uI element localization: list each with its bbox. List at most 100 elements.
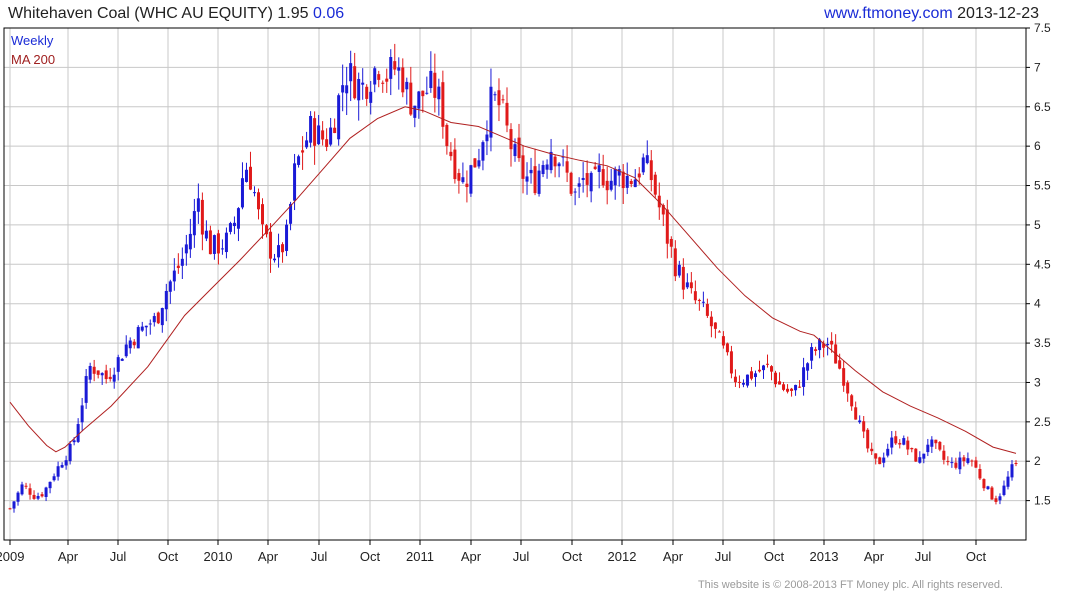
candle-body bbox=[188, 233, 192, 250]
candle-body bbox=[425, 92, 429, 94]
candle-body bbox=[970, 460, 974, 462]
candle-body bbox=[886, 448, 890, 456]
candle-body bbox=[878, 457, 882, 465]
candle-body bbox=[317, 125, 321, 145]
candle-body bbox=[44, 487, 48, 497]
candle-body bbox=[333, 127, 337, 134]
candle-body bbox=[421, 90, 425, 97]
plot-frame bbox=[3, 27, 1027, 541]
candle-body bbox=[184, 244, 188, 254]
y-tick-label: 6.5 bbox=[1034, 100, 1051, 114]
candle-body bbox=[830, 340, 834, 345]
candle-body bbox=[112, 374, 116, 382]
candle-body bbox=[76, 424, 80, 442]
candle-body bbox=[978, 468, 982, 479]
candle-body bbox=[870, 448, 874, 452]
candle-body bbox=[786, 388, 790, 392]
candle-body bbox=[8, 508, 12, 510]
candle-body bbox=[649, 160, 653, 181]
candle-body bbox=[974, 460, 978, 468]
candle-body bbox=[228, 223, 232, 232]
candle-body bbox=[172, 270, 176, 282]
candle-body bbox=[577, 183, 581, 187]
candle-body bbox=[108, 376, 112, 380]
candle-body bbox=[565, 161, 569, 173]
candle-body bbox=[12, 501, 16, 509]
candle-body bbox=[341, 85, 345, 93]
candle-body bbox=[858, 420, 862, 423]
candle-body bbox=[545, 164, 549, 170]
candle-body bbox=[593, 166, 597, 170]
x-tick-label: Oct bbox=[360, 549, 381, 564]
x-tick-label: Oct bbox=[562, 549, 583, 564]
candle-body bbox=[761, 365, 765, 371]
candle-body bbox=[465, 183, 469, 188]
candle-body bbox=[794, 384, 798, 391]
candle-body bbox=[729, 351, 733, 374]
candle-body bbox=[645, 155, 649, 164]
candle-body bbox=[529, 169, 533, 174]
candle-body bbox=[573, 191, 577, 193]
candle-body bbox=[68, 443, 72, 462]
candle-body bbox=[252, 192, 256, 194]
candle-body bbox=[910, 448, 914, 450]
y-tick-label: 2 bbox=[1034, 454, 1041, 468]
candle-body bbox=[533, 166, 537, 194]
candle-body bbox=[40, 494, 44, 497]
candle-body bbox=[345, 85, 349, 94]
candle-body bbox=[84, 376, 88, 403]
candle-body bbox=[256, 192, 260, 210]
candle-body bbox=[232, 222, 236, 227]
candle-body bbox=[525, 176, 529, 182]
candle-body bbox=[28, 488, 32, 495]
candle-body bbox=[325, 139, 329, 147]
candle-body bbox=[405, 81, 409, 90]
candle-body bbox=[705, 303, 709, 316]
candle-body bbox=[902, 438, 906, 445]
candle-body bbox=[826, 343, 830, 346]
x-tick-label: 2011 bbox=[406, 549, 434, 564]
candle-body bbox=[866, 429, 870, 449]
x-tick-label: 2013 bbox=[810, 549, 839, 564]
candle-body bbox=[357, 78, 361, 101]
candle-body bbox=[962, 457, 966, 462]
x-tick-label: Oct bbox=[158, 549, 179, 564]
candle-body bbox=[220, 248, 224, 250]
candle-body bbox=[1002, 485, 1006, 495]
x-tick-label: Apr bbox=[258, 549, 279, 564]
candle-body bbox=[393, 61, 397, 70]
x-tick-label: Jul bbox=[715, 549, 732, 564]
candle-body bbox=[140, 326, 144, 331]
y-tick-label: 4 bbox=[1034, 297, 1041, 311]
candle-body bbox=[216, 233, 220, 254]
candle-body bbox=[958, 457, 962, 470]
candle-body bbox=[625, 175, 629, 188]
candle-body bbox=[597, 165, 601, 172]
candle-body bbox=[305, 140, 309, 148]
x-tick-label: Jul bbox=[915, 549, 932, 564]
candle-body bbox=[132, 341, 136, 346]
y-tick-label: 5.5 bbox=[1034, 179, 1051, 193]
candle-body bbox=[926, 444, 930, 453]
candle-body bbox=[204, 230, 208, 239]
x-tick-label: 2012 bbox=[608, 549, 637, 564]
candle-body bbox=[733, 376, 737, 383]
candle-body bbox=[874, 453, 878, 459]
candle-body bbox=[774, 372, 778, 385]
candle-body bbox=[377, 74, 381, 80]
candle-body bbox=[814, 349, 818, 351]
candle-body bbox=[517, 137, 521, 159]
candle-body bbox=[212, 235, 216, 254]
candle-body bbox=[477, 160, 481, 167]
candle-body bbox=[148, 323, 152, 325]
candle-body bbox=[914, 448, 918, 462]
candle-body bbox=[629, 180, 633, 185]
candle-body bbox=[224, 232, 228, 253]
candle-body bbox=[401, 67, 405, 93]
candle-body bbox=[790, 388, 794, 391]
candle-body bbox=[24, 485, 28, 487]
candle-body bbox=[208, 230, 212, 255]
candle-body bbox=[353, 66, 357, 99]
candle-body bbox=[453, 149, 457, 180]
x-tick-label: Jul bbox=[110, 549, 127, 564]
